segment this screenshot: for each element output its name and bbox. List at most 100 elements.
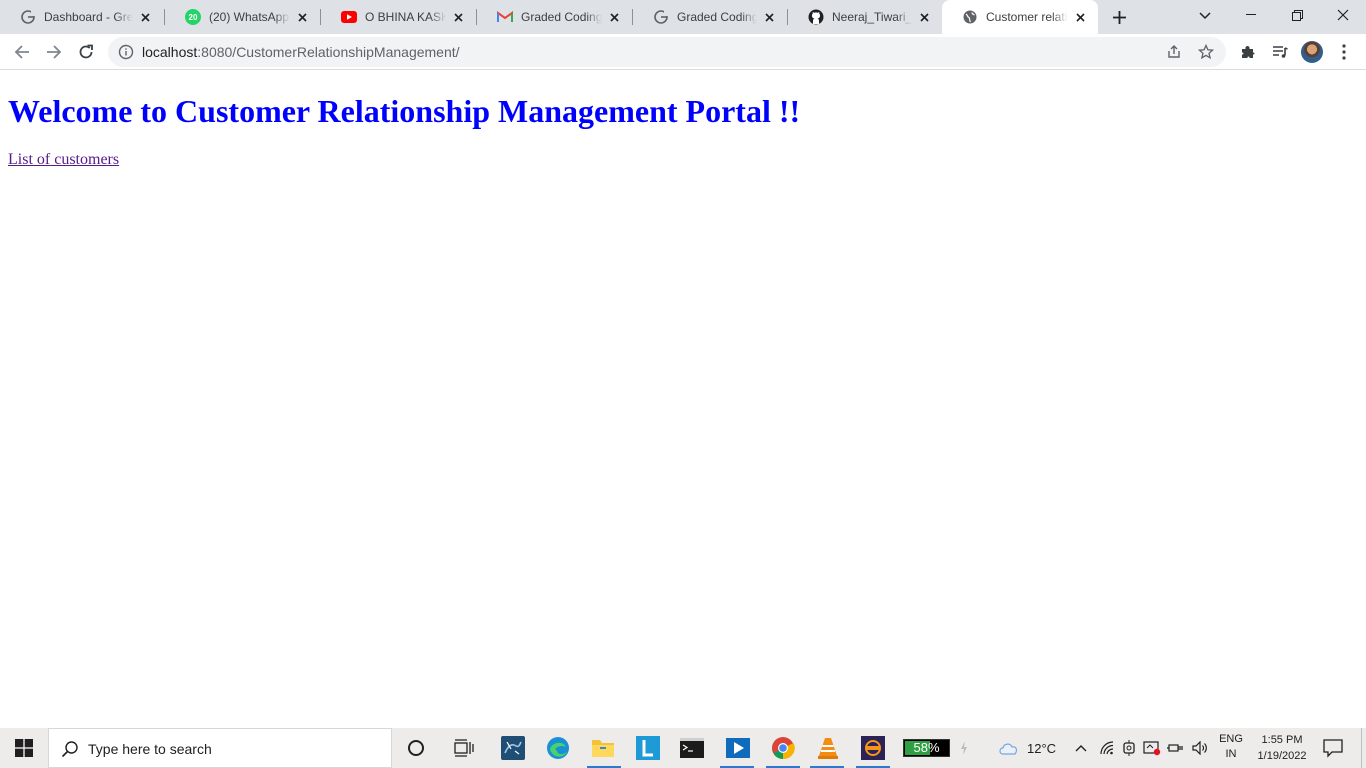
tab-title: O BHINA KASKE xyxy=(365,10,446,24)
network-plug-icon[interactable] xyxy=(1166,738,1186,758)
gmail-icon xyxy=(497,9,513,25)
mysql-workbench-app[interactable] xyxy=(499,734,527,762)
bookmark-star-icon[interactable] xyxy=(1198,44,1214,60)
tab-title: Customer relationship xyxy=(986,10,1068,24)
arrow-right-icon xyxy=(47,45,62,59)
playlist-icon xyxy=(1273,46,1288,58)
chevron-down-icon xyxy=(1199,12,1211,20)
browser-toolbar: localhost:8080/CustomerRelationshipManag… xyxy=(0,34,1366,70)
start-button[interactable] xyxy=(0,728,48,768)
taskbar-search-box[interactable]: Type here to search xyxy=(48,728,392,768)
forward-button[interactable] xyxy=(40,38,68,66)
wifi-icon[interactable] xyxy=(1097,738,1117,758)
tab-github[interactable]: Neeraj_Tiwari_OP xyxy=(788,0,942,34)
reload-button[interactable] xyxy=(72,38,100,66)
mysql-workbench-icon xyxy=(501,736,525,760)
minimize-icon xyxy=(1246,14,1256,15)
page-content: Welcome to Customer Relationship Managem… xyxy=(0,71,1366,728)
close-tab-icon[interactable] xyxy=(450,9,466,25)
battery-percent: 58% xyxy=(913,740,940,755)
tab-title: (20) WhatsApp xyxy=(209,10,290,24)
tab-graded-coding[interactable]: Graded Coding Assignment xyxy=(633,0,787,34)
menu-button[interactable] xyxy=(1330,38,1358,66)
language-code: ENG xyxy=(1219,733,1243,745)
profile-avatar[interactable] xyxy=(1301,41,1323,63)
notifications-icon[interactable] xyxy=(1322,738,1344,758)
puzzle-icon xyxy=(1242,46,1255,58)
tab-title: Dashboard - Great Learning xyxy=(44,10,133,24)
lenovo-l-icon xyxy=(636,736,660,760)
video-player-icon xyxy=(726,738,750,758)
battery-indicator[interactable]: 58% xyxy=(903,739,950,757)
chrome-app[interactable] xyxy=(769,734,797,762)
close-icon xyxy=(1337,9,1349,21)
chrome-icon xyxy=(772,737,795,760)
tab-gmail[interactable]: Graded Coding Assignment xyxy=(477,0,632,34)
close-tab-icon[interactable] xyxy=(916,9,932,25)
whatsapp-icon: 20 xyxy=(185,9,201,25)
kebab-menu-icon xyxy=(1342,44,1346,60)
chevron-up-icon xyxy=(1075,745,1087,752)
weather-cloud-icon[interactable] xyxy=(998,738,1020,758)
volume-icon[interactable] xyxy=(1191,738,1211,758)
task-view-button[interactable] xyxy=(450,734,478,762)
charging-icon xyxy=(954,738,974,758)
share-icon[interactable] xyxy=(1166,44,1182,60)
back-button[interactable] xyxy=(8,38,36,66)
show-desktop-button[interactable] xyxy=(1361,728,1366,768)
ide-icon xyxy=(861,736,885,760)
tab-customer-relationship[interactable]: Customer relationship xyxy=(942,0,1098,34)
file-explorer-app[interactable] xyxy=(589,734,617,762)
eclipse-ide-app[interactable] xyxy=(859,734,887,762)
windows-taskbar: Type here to search 58% 12°C ENG IN 1:55… xyxy=(0,728,1366,768)
edge-app[interactable] xyxy=(544,734,572,762)
restore-button[interactable] xyxy=(1274,0,1320,30)
clock-date: 1/19/2022 xyxy=(1257,750,1307,762)
close-tab-icon[interactable] xyxy=(606,9,622,25)
edge-icon xyxy=(547,737,569,759)
close-tab-icon[interactable] xyxy=(137,9,153,25)
close-window-button[interactable] xyxy=(1320,0,1366,30)
tab-search-button[interactable] xyxy=(1194,6,1216,26)
clock-time: 1:55 PM xyxy=(1261,734,1303,746)
url-path: :8080/CustomerRelationshipManagement/ xyxy=(197,44,460,60)
terminal-icon xyxy=(680,738,704,758)
tab-youtube[interactable]: O BHINA KASKE xyxy=(321,0,476,34)
url-text[interactable]: localhost:8080/CustomerRelationshipManag… xyxy=(142,44,460,60)
update-notification-icon[interactable] xyxy=(1142,738,1162,758)
reload-icon xyxy=(79,44,93,59)
vlc-app[interactable] xyxy=(814,734,842,762)
restore-icon xyxy=(1291,9,1303,21)
task-view-icon xyxy=(454,739,474,757)
close-tab-icon[interactable] xyxy=(761,9,777,25)
close-tab-icon[interactable] xyxy=(1072,9,1088,25)
region-code: IN xyxy=(1225,748,1237,760)
windows-logo-icon xyxy=(15,739,33,757)
info-icon[interactable] xyxy=(118,44,134,60)
tab-whatsapp[interactable]: 20 (20) WhatsApp xyxy=(165,0,320,34)
arrow-left-icon xyxy=(14,45,29,59)
temperature-text[interactable]: 12°C xyxy=(1027,741,1056,756)
youtube-icon xyxy=(341,9,357,25)
lenovo-app[interactable] xyxy=(634,734,662,762)
extensions-button[interactable] xyxy=(1234,38,1262,66)
close-tab-icon[interactable] xyxy=(294,9,310,25)
input-language-indicator[interactable]: ENG IN xyxy=(1218,732,1244,762)
cortana-button[interactable] xyxy=(402,734,430,762)
address-bar[interactable]: localhost:8080/CustomerRelationshipManag… xyxy=(108,37,1226,67)
url-host: localhost xyxy=(142,44,198,60)
search-icon xyxy=(61,741,78,758)
taskbar-clock[interactable]: 1:55 PM 1/19/2022 xyxy=(1251,732,1313,764)
list-of-customers-link[interactable]: List of customers xyxy=(8,151,119,169)
minimize-button[interactable] xyxy=(1228,0,1274,30)
github-icon xyxy=(808,9,824,25)
meet-now-icon[interactable] xyxy=(1119,738,1139,758)
new-tab-button[interactable] xyxy=(1108,7,1130,27)
media-player-app[interactable] xyxy=(724,734,752,762)
google-icon xyxy=(653,9,669,25)
terminal-app[interactable] xyxy=(678,734,706,762)
show-hidden-icons-button[interactable] xyxy=(1071,738,1091,758)
tab-dashboard[interactable]: Dashboard - Great Learning xyxy=(0,0,163,34)
tab-title: Neeraj_Tiwari_OP xyxy=(832,10,912,24)
media-control-button[interactable] xyxy=(1266,38,1294,66)
